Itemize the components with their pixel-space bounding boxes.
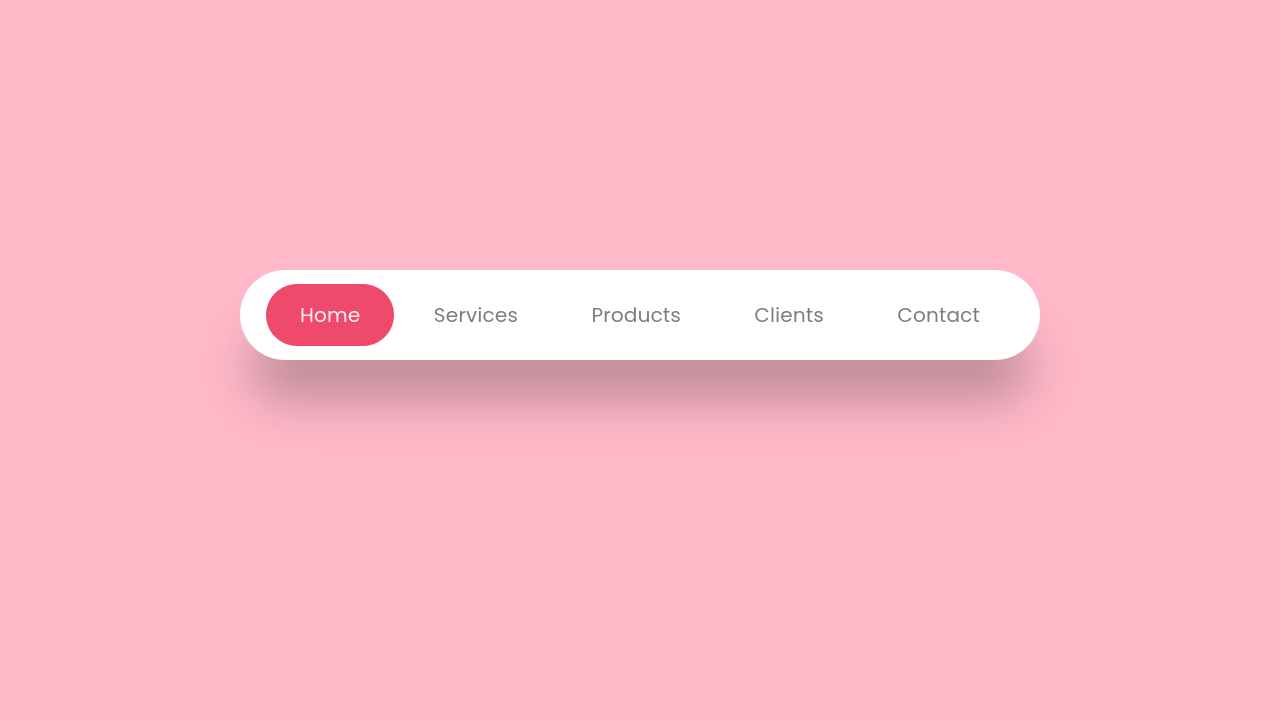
nav-item-contact[interactable]: Contact bbox=[863, 284, 1014, 346]
nav-item-label: Services bbox=[434, 301, 518, 329]
nav-item-clients[interactable]: Clients bbox=[720, 284, 858, 346]
nav-item-label: Home bbox=[300, 301, 360, 329]
nav-item-products[interactable]: Products bbox=[557, 284, 715, 346]
main-nav: Home Services Products Clients Contact bbox=[240, 270, 1040, 360]
nav-item-home[interactable]: Home bbox=[266, 284, 394, 346]
nav-item-label: Products bbox=[591, 301, 681, 329]
nav-item-services[interactable]: Services bbox=[400, 284, 552, 346]
nav-item-label: Clients bbox=[754, 301, 824, 329]
nav-item-label: Contact bbox=[897, 301, 980, 329]
